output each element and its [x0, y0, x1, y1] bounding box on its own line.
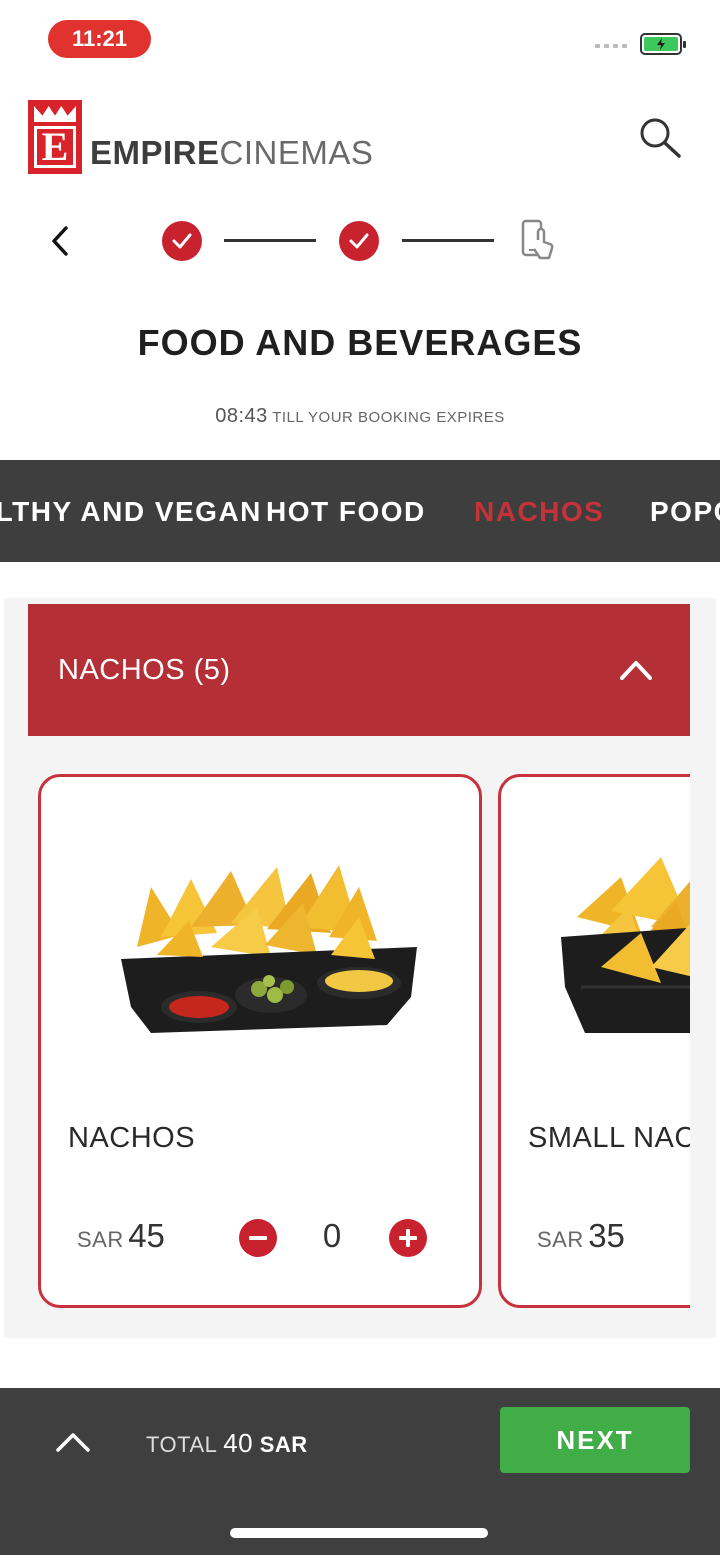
check-icon [349, 233, 369, 249]
quantity-value: 0 [322, 1217, 342, 1254]
step-2-done [339, 221, 379, 261]
price-currency: SAR [537, 1227, 584, 1252]
home-indicator [230, 1528, 488, 1538]
check-icon [172, 233, 192, 249]
product-card[interactable]: SMALL NACHOS SAR 35 [498, 774, 690, 1308]
step-connector [224, 239, 316, 242]
signal-icon [595, 44, 627, 48]
tab-hot-food[interactable]: HOT FOOD [266, 496, 426, 528]
status-time: 11:21 [48, 20, 151, 58]
brand-name: EMPIRECINEMAS [90, 134, 373, 172]
timer-text: TILL YOUR BOOKING EXPIRES [272, 409, 505, 426]
search-button[interactable] [634, 112, 684, 162]
increase-quantity-button[interactable] [389, 1219, 427, 1257]
category-tabs: HEALTHY AND VEGAN HOT FOOD NACHOS POPCOR… [0, 460, 720, 562]
product-price: SAR 35 [537, 1217, 625, 1255]
product-price: SAR 45 [77, 1217, 165, 1255]
tab-nachos[interactable]: NACHOS [474, 496, 604, 528]
product-name: NACHOS [68, 1122, 196, 1154]
collapse-button[interactable] [614, 650, 658, 690]
nachos-image [41, 837, 479, 1057]
section-header[interactable]: NACHOS (5) [28, 604, 690, 736]
expand-summary-button[interactable] [52, 1422, 94, 1462]
booking-timer: 08:43 TILL YOUR BOOKING EXPIRES [0, 405, 720, 428]
brand-name-strong: EMPIRE [90, 134, 220, 171]
brand-name-light: CINEMAS [219, 134, 374, 171]
page-title: FOOD AND BEVERAGES [137, 322, 583, 363]
tab-popcorn[interactable]: POPCORN [650, 496, 720, 528]
small-nachos-image [501, 837, 690, 1057]
total-unit: SAR [259, 1432, 308, 1457]
step-1-done [162, 221, 202, 261]
product-carousel[interactable]: NACHOS SAR 45 0 SMALL NACHOS SAR [28, 770, 690, 1315]
brand-logo-letter: E [34, 126, 76, 168]
order-total: TOTAL 40 SAR [146, 1428, 308, 1459]
price-amount: 45 [128, 1217, 165, 1254]
decrease-quantity-button[interactable] [239, 1219, 277, 1257]
battery-icon [640, 33, 686, 55]
next-button[interactable]: NEXT [500, 1407, 690, 1473]
step-3-current [518, 218, 558, 264]
timer-value: 08:43 [215, 405, 268, 427]
section-title: NACHOS (5) [58, 653, 231, 686]
price-currency: SAR [77, 1227, 124, 1252]
price-amount: 35 [588, 1217, 625, 1254]
chevron-left-icon [52, 226, 68, 256]
step-connector [402, 239, 494, 242]
product-name: SMALL NACHOS [528, 1122, 690, 1154]
brand-logo-mark: E [28, 100, 82, 174]
chevron-up-icon [56, 1433, 90, 1452]
product-card[interactable]: NACHOS SAR 45 0 [38, 774, 482, 1308]
total-value: 40 [223, 1428, 254, 1458]
chevron-up-icon [620, 661, 652, 680]
back-button[interactable] [44, 222, 78, 260]
total-label: TOTAL [146, 1432, 217, 1457]
phone-tap-icon [521, 219, 554, 260]
search-icon [640, 118, 681, 158]
tab-healthy-and-vegan[interactable]: HEALTHY AND VEGAN [0, 496, 262, 528]
